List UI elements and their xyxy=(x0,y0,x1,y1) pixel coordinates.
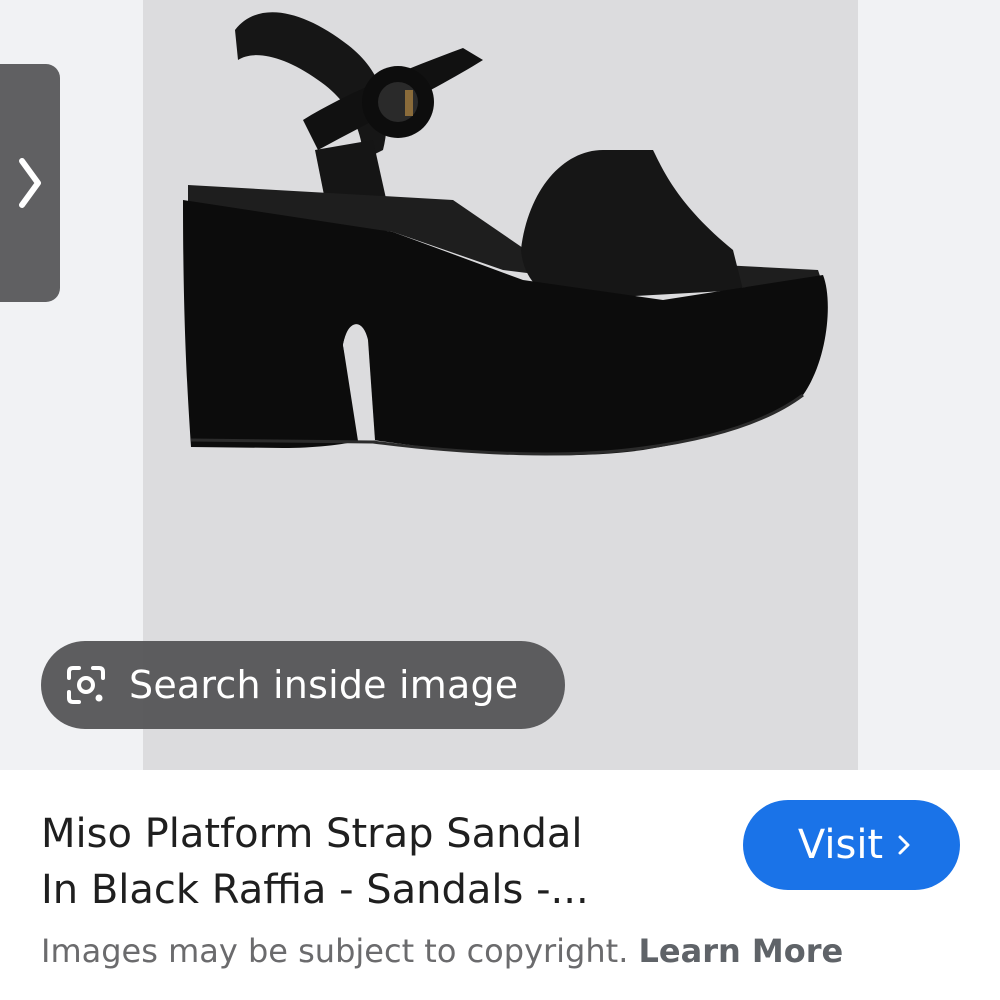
result-title-line-1: Miso Platform Strap Sandal xyxy=(41,811,583,857)
google-lens-icon xyxy=(67,666,105,704)
previous-image-button[interactable] xyxy=(0,64,60,302)
product-image[interactable] xyxy=(143,0,858,520)
learn-more-link[interactable]: Learn More xyxy=(639,932,844,970)
copyright-text: Images may be subject to copyright. xyxy=(41,932,629,970)
chevron-right-icon xyxy=(19,158,41,208)
search-inside-image-label: Search inside image xyxy=(129,663,519,707)
copyright-notice: Images may be subject to copyright. Lear… xyxy=(41,932,843,970)
chevron-right-icon xyxy=(897,833,911,857)
image-viewer: Search inside image xyxy=(0,0,1000,770)
result-title-line-2: In Black Raffia - Sandals -... xyxy=(41,867,589,913)
visit-button[interactable]: Visit xyxy=(743,800,960,890)
result-info-panel: Miso Platform Strap Sandal In Black Raff… xyxy=(0,770,1000,1000)
search-inside-image-button[interactable]: Search inside image xyxy=(41,641,565,729)
result-title[interactable]: Miso Platform Strap Sandal In Black Raff… xyxy=(41,806,691,918)
visit-label: Visit xyxy=(797,822,884,868)
